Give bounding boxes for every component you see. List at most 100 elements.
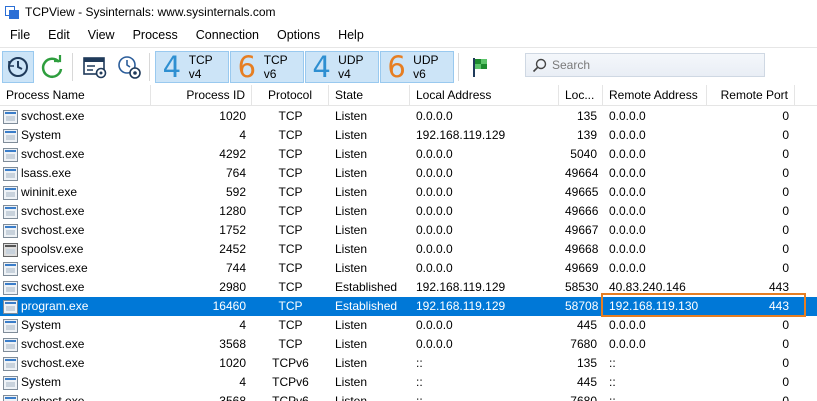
row-filler [795,316,817,335]
refresh-button[interactable] [36,51,68,83]
cell-local-port: 49668 [565,242,599,256]
menu-process[interactable]: Process [124,24,187,46]
table-row[interactable]: System 4 TCPv6 Listen:: 445:: 0 [0,373,817,392]
menu-view[interactable]: View [79,24,124,46]
options-button[interactable] [113,51,145,83]
cell-state: Established [335,280,398,294]
udp-v4-toggle-button[interactable]: 4 UDP v4 [305,50,379,83]
cell-remote-port: 0 [782,223,789,237]
refresh-icon [41,54,63,78]
table-row[interactable]: svchost.exe 3568 TCPv6 Listen:: 7680:: 0 [0,392,817,401]
menu-edit[interactable]: Edit [39,24,79,46]
table-header: Process Name Process ID Protocol State L… [0,85,817,106]
table-row[interactable]: svchost.exe 1752 TCP Listen 0.0.0.0 49667 0.0.… [0,221,817,240]
column-header-remote-port[interactable]: Remote Port [707,85,795,106]
column-header-protocol[interactable]: Protocol [252,85,329,106]
column-header-process-name[interactable]: Process Name [0,85,151,106]
process-icon [3,204,18,219]
cell-local-address: :: [416,394,423,401]
cell-process-name: svchost.exe [0,392,151,401]
cell-process-name: services.exe [0,259,151,278]
cell-local-address: :: [416,356,423,370]
table-row[interactable]: wininit.exe 592 TCP Listen 0.0.0.0 49665 0.0.0… [0,183,817,202]
cell-state: Listen [335,204,368,218]
process-name-text: wininit.exe [21,185,78,199]
table-row[interactable]: svchost.exe 1280 TCP Listen 0.0.0.0 49666 0.0.… [0,202,817,221]
table-row[interactable]: svchost.exe 4292 TCP Listen 0.0.0.0 5040 0.0.0… [0,145,817,164]
row-filler [795,392,817,401]
table-row[interactable]: svchost.exe 1020 TCPv6 Listen:: 135:: 0 [0,354,817,373]
table-row[interactable]: System 4 TCP Listen 0.0.0.0 445 0.0.0.0 0 [0,316,817,335]
table-row[interactable]: program.exe 16460 TCP Established 192.168.11… [0,297,817,316]
cell-process-id: 3568 [219,337,246,351]
properties-button[interactable] [79,51,111,83]
menu-connection[interactable]: Connection [187,24,268,46]
cell-process-name: svchost.exe [0,107,151,126]
cell-process-id: 592 [225,185,246,199]
process-name-text: svchost.exe [21,109,85,123]
process-name-text: svchost.exe [21,394,85,401]
row-filler [795,297,817,316]
table-row[interactable]: System 4 TCP Listen 192.168.119.129 139 0.0.0.… [0,126,817,145]
table-row[interactable]: svchost.exe 1020 TCP Listen 0.0.0.0 135 0.0.0.… [0,107,817,126]
table-row[interactable]: svchost.exe 2980 TCP Established 192.168.119… [0,278,817,297]
udp-v6-toggle-button[interactable]: 6 UDP v6 [380,50,454,83]
cell-process-name: System [0,316,151,335]
process-name-text: svchost.exe [21,147,85,161]
filter-flag-button[interactable] [465,51,497,83]
cell-remote-port: 0 [782,147,789,161]
row-filler [795,107,817,126]
table-row[interactable]: lsass.exe 764 TCP Listen 0.0.0.0 49664 0.0.0.0… [0,164,817,183]
window-gear-icon [83,56,107,78]
cell-process-name: svchost.exe [0,354,151,373]
table-row[interactable]: spoolsv.exe 2452 TCP Listen 0.0.0.0 49668 0.0.… [0,240,817,259]
clock-refresh-icon [8,56,28,77]
cell-protocol: TCP [278,223,303,237]
cell-remote-port: 0 [782,166,789,180]
tcp-v4-icon: 4 [162,49,182,84]
column-header-local-port[interactable]: Loc... [559,85,603,106]
cell-local-address: 192.168.119.129 [416,299,506,313]
cell-protocol: TCP [278,299,303,313]
auto-refresh-button[interactable] [2,50,34,83]
cell-state: Listen [335,242,368,256]
process-name-text: spoolsv.exe [21,242,84,256]
cell-local-port: 445 [576,318,597,332]
search-icon [532,58,547,73]
cell-local-port: 7680 [570,394,597,401]
process-name-text: svchost.exe [21,204,85,218]
process-icon [3,299,18,314]
cell-local-port: 58708 [565,299,599,313]
cell-remote-port: 0 [782,109,789,123]
tcp-v6-toggle-button[interactable]: 6 TCP v6 [230,50,304,83]
cell-local-port: 49667 [565,223,599,237]
table-row[interactable]: svchost.exe 3568 TCP Listen 0.0.0.0 7680 0.0.0… [0,335,817,354]
column-header-state[interactable]: State [329,85,410,106]
udp-v4-label: UDP v4 [338,52,364,81]
cell-process-id: 2980 [219,280,246,294]
table-row[interactable]: services.exe 744 TCP Listen 0.0.0.0 49669 0.0.… [0,259,817,278]
connections-table: Process Name Process ID Protocol State L… [0,85,817,401]
tcp-v4-toggle-button[interactable]: 4 TCP v4 [155,49,229,84]
cell-protocol: TCP [278,147,303,161]
column-header-remote-address[interactable]: Remote Address [603,85,707,106]
cell-process-name: svchost.exe [0,202,151,221]
toolbar-separator [149,52,150,81]
cell-process-id: 764 [225,166,246,180]
search-box[interactable] [525,53,765,77]
process-icon [3,261,18,276]
row-filler [795,278,817,297]
cell-remote-address: 0.0.0.0 [609,242,646,256]
search-input[interactable] [552,58,762,72]
window-title: TCPView - Sysinternals: www.sysinternals… [25,5,276,19]
menu-file[interactable]: File [0,24,39,46]
cell-state: Listen [335,337,368,351]
column-header-local-address[interactable]: Local Address [410,85,559,106]
cell-remote-address: 0.0.0.0 [609,109,646,123]
cell-local-address: :: [416,375,423,389]
menu-bar: File Edit View Process Connection Option… [0,24,817,46]
cell-remote-port: 0 [782,204,789,218]
menu-help[interactable]: Help [329,24,373,46]
column-header-process-id[interactable]: Process ID [151,85,252,106]
menu-options[interactable]: Options [268,24,329,46]
